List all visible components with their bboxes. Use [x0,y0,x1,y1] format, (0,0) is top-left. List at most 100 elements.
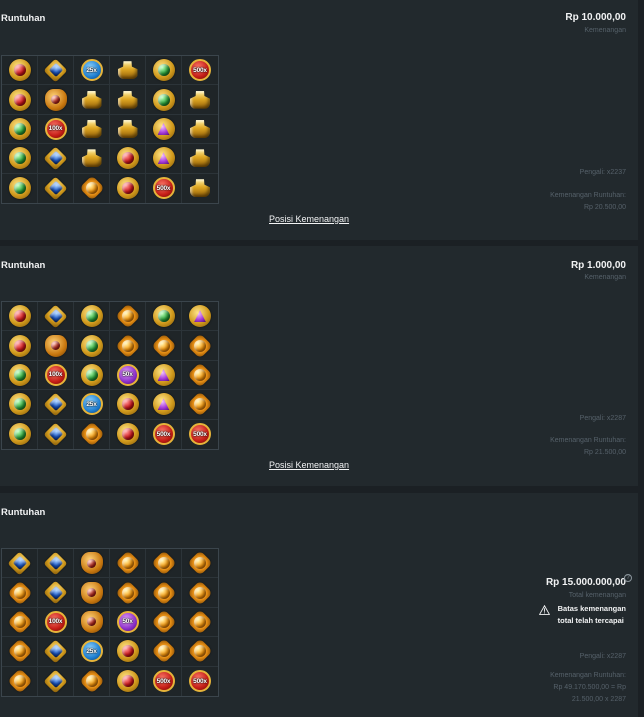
grid-cell [146,360,182,391]
cascade-card-2: Runtuhan Rp 1.000,00 Kemenangan 100x 50x 2… [0,246,638,486]
multiplier-orb-icon: 500x [152,423,175,446]
multiplier-orb-icon: 25x [80,640,103,663]
grid-cell [182,144,218,174]
orange-gem-icon [150,638,177,665]
treasure-bag-icon [44,334,67,357]
red-gem-icon [116,177,139,200]
cascade-win-value: Rp 21.500,00 [583,449,626,456]
grid-cell [2,114,38,145]
grid-cell [2,360,38,391]
treasure-bag-icon [80,552,103,575]
multiplier-text: Pengali: x2287 [579,415,626,422]
purple-gem-icon [189,305,211,328]
multiplier-label: 100x [48,618,63,626]
orange-gem-icon [187,362,213,388]
orange-gem-icon [6,668,33,695]
card-title: Runtuhan [1,507,46,518]
red-gem-icon [8,305,31,328]
orange-gem-icon [6,609,33,635]
grid-cell [2,666,38,696]
grid-cell [2,56,38,86]
grid-cell [74,607,110,638]
winning-positions-link[interactable]: Posisi Kemenangan [269,214,349,224]
treasure-bag-icon [44,88,67,111]
grid-cell [110,56,146,86]
grid-cell [110,578,146,608]
grid-cell: 25x [74,390,110,420]
grid-cell [38,173,74,203]
grid-cell [2,173,38,203]
purple-gem-icon [152,363,175,386]
grid-cell [74,173,110,203]
cascade-card-3: Runtuhan 100x 50x 25x 500x 500x Rp 15.000.00… [0,493,638,717]
grid-cell: 100x [38,114,74,145]
multiplier-label: 50x [122,618,133,626]
grid-cell [2,144,38,174]
multiplier-text: Pengali: x2287 [579,653,626,660]
grid-cell [146,331,182,361]
grid-cell [110,173,146,203]
grid-cell [146,114,182,145]
orange-gem-icon [114,579,141,606]
gold-idol-icon [81,89,103,111]
multiplier-label: 50x [122,371,133,379]
grid-cell [182,637,218,667]
grid-cell [182,578,218,608]
grid-cell: 25x [74,56,110,86]
info-icon[interactable]: ? [624,574,632,582]
grid-cell [146,144,182,174]
blue-treasure-bag-icon [43,422,68,447]
grid-cell [38,302,74,332]
grid-cell [110,390,146,420]
grid-cell [74,549,110,579]
grid-cell: 500x [182,56,218,86]
grid-cell [182,302,218,332]
orange-gem-icon [187,550,213,576]
grid-cell [74,331,110,361]
grid-cell [182,549,218,579]
red-gem-icon [116,640,139,663]
warning-icon [538,605,550,615]
gold-idol-icon [189,118,211,140]
grid-cell: 500x [182,420,218,449]
green-gem-icon [152,59,175,82]
card-title: Runtuhan [1,13,46,24]
orange-gem-icon [150,609,177,635]
grid-cell [146,85,182,115]
multiplier-orb-icon: 25x [80,59,103,82]
grid-cell [74,144,110,174]
multiplier-orb-icon: 100x [44,117,67,140]
grid-cell [74,419,110,449]
winning-positions-link[interactable]: Posisi Kemenangan [269,460,349,470]
grid-cell [110,144,146,174]
orange-gem-icon [187,579,213,606]
grid-cell [2,331,38,361]
grid-cell [38,85,74,115]
green-gem-icon [80,305,103,328]
blue-treasure-bag-icon [43,176,68,201]
grid-cell [2,85,38,115]
orange-gem-icon [78,668,105,695]
multiplier-label: 500x [156,677,171,685]
grid-cell [182,115,218,145]
orange-gem-icon [114,332,141,359]
warning-line-1: Batas kemenangan [557,604,626,613]
multiplier-orb-icon: 25x [80,393,103,416]
grid-cell [38,578,74,608]
multiplier-orb-icon: 500x [189,423,211,446]
green-gem-icon [8,147,31,170]
green-gem-icon [8,177,31,200]
win-amount-label: Kemenangan [584,27,626,34]
multiplier-orb-icon: 100x [44,363,67,386]
gold-idol-icon [81,147,103,169]
multiplier-label: 500x [156,184,171,192]
gold-idol-icon [81,118,103,140]
warning-line-2: total telah tercapai [557,616,624,625]
grid-cell [110,114,146,145]
grid-cell [2,549,38,579]
treasure-bag-icon [80,581,103,604]
green-gem-icon [8,393,31,416]
grid-cell [74,578,110,608]
orange-gem-icon [114,303,141,329]
red-gem-icon [8,59,31,82]
